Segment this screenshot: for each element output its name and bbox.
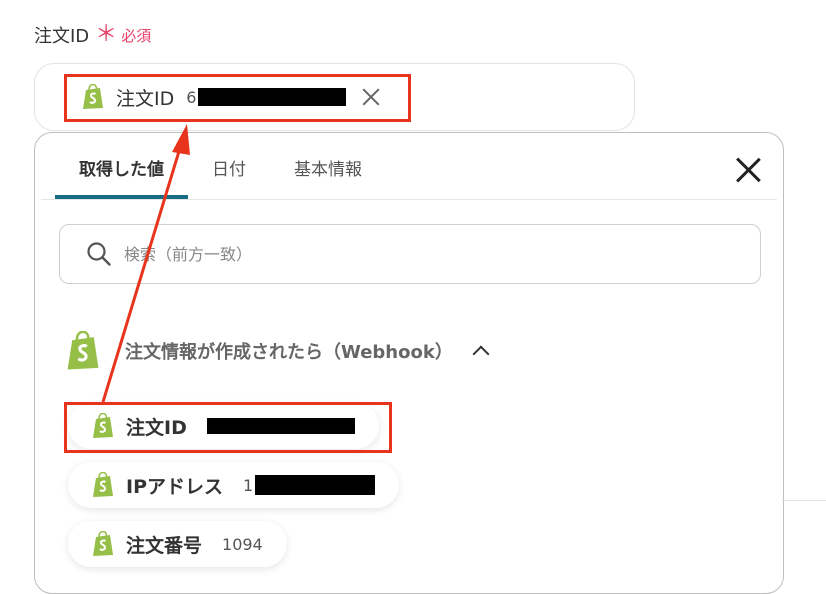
annotation-arrow-icon (101, 124, 190, 403)
